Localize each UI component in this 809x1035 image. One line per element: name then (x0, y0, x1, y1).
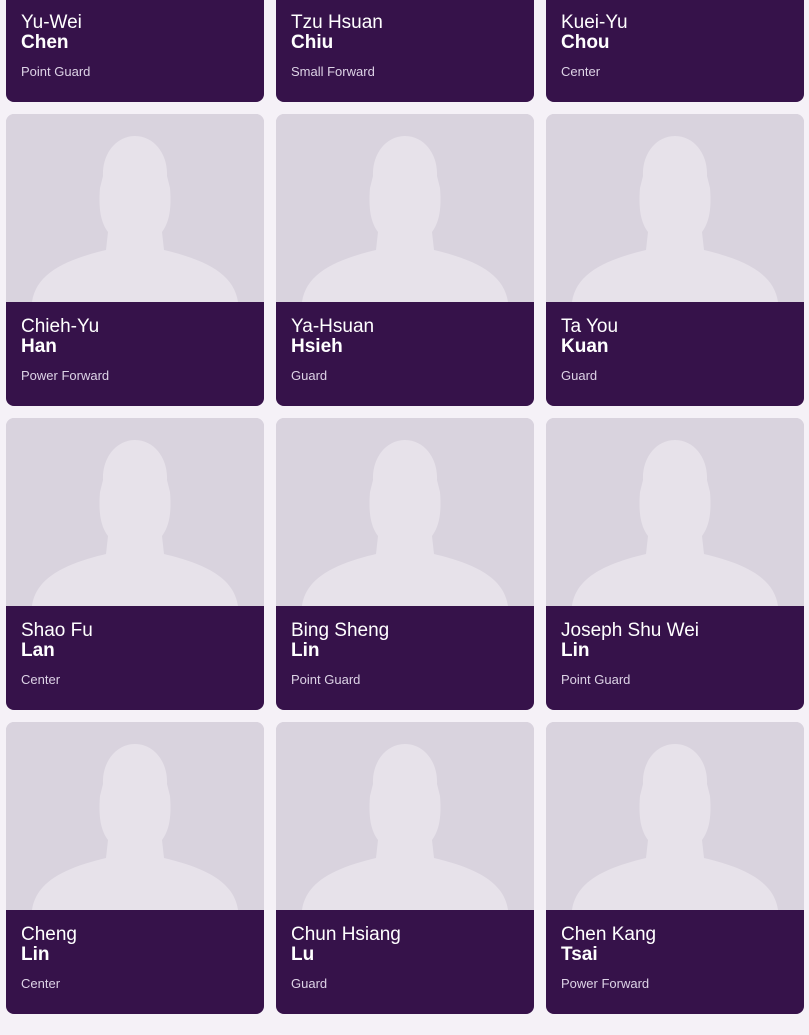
player-position: Point Guard (291, 672, 361, 687)
player-last-name: Tsai (561, 944, 598, 965)
player-last-name: Kuan (561, 336, 609, 357)
player-last-name: Lin (291, 640, 320, 661)
player-first-name: Joseph Shu Wei (561, 620, 700, 641)
player-info-panel: Chen Kang Tsai Power Forward (546, 910, 804, 1014)
player-card[interactable]: Chun Hsiang Lu Guard (276, 722, 534, 1014)
player-last-name: Lin (21, 944, 50, 965)
player-last-name: Han (21, 336, 57, 357)
player-card[interactable]: Bing Sheng Lin Point Guard (276, 418, 534, 710)
player-first-name: Bing Sheng (291, 620, 390, 641)
player-position: Point Guard (561, 672, 631, 687)
player-photo-placeholder (276, 114, 534, 302)
player-position: Power Forward (21, 368, 110, 383)
player-info-panel: Kuei-Yu Chou Center (546, 0, 804, 102)
player-photo-placeholder (6, 418, 264, 606)
player-photo-placeholder (276, 418, 534, 606)
player-photo-placeholder (546, 114, 804, 302)
player-position: Guard (291, 976, 328, 991)
player-info-panel: Chun Hsiang Lu Guard (276, 910, 534, 1014)
player-last-name: Lan (21, 640, 55, 661)
player-last-name: Chiu (291, 32, 334, 53)
player-card[interactable]: Cheng Lin Center (6, 722, 264, 1014)
player-info-panel: Cheng Lin Center (6, 910, 264, 1014)
player-info-panel: Chieh-Yu Han Power Forward (6, 302, 264, 406)
player-last-name: Lu (291, 944, 315, 965)
person-silhouette-icon (302, 744, 508, 910)
player-card[interactable]: Ya-Hsuan Hsieh Guard (276, 114, 534, 406)
player-first-name: Chen Kang (561, 924, 657, 945)
person-silhouette-icon (32, 136, 238, 302)
player-photo-placeholder (6, 114, 264, 302)
player-info-panel: Tzu Hsuan Chiu Small Forward (276, 0, 534, 102)
player-last-name: Lin (561, 640, 590, 661)
player-position: Center (21, 672, 61, 687)
player-first-name: Shao Fu (21, 620, 93, 641)
player-info-panel: Joseph Shu Wei Lin Point Guard (546, 606, 804, 710)
player-photo-placeholder (6, 722, 264, 910)
player-position: Center (21, 976, 61, 991)
player-position: Small Forward (291, 64, 375, 79)
player-first-name: Ta You (561, 316, 619, 337)
player-position: Guard (291, 368, 328, 383)
player-card[interactable]: Tzu Hsuan Chiu Small Forward (276, 0, 534, 102)
player-first-name: Yu-Wei (21, 12, 82, 33)
player-position: Guard (561, 368, 598, 383)
player-card[interactable]: Chieh-Yu Han Power Forward (6, 114, 264, 406)
player-info-panel: Shao Fu Lan Center (6, 606, 264, 710)
player-first-name: Cheng (21, 924, 77, 945)
player-position: Center (561, 64, 601, 79)
player-last-name: Hsieh (291, 336, 343, 357)
player-position: Point Guard (21, 64, 91, 79)
player-first-name: Chun Hsiang (291, 924, 401, 945)
player-photo-placeholder (276, 722, 534, 910)
person-silhouette-icon (572, 136, 778, 302)
player-first-name: Tzu Hsuan (291, 12, 383, 33)
player-info-panel: Bing Sheng Lin Point Guard (276, 606, 534, 710)
player-card[interactable]: Joseph Shu Wei Lin Point Guard (546, 418, 804, 710)
person-silhouette-icon (302, 440, 508, 606)
player-last-name: Chou (561, 32, 610, 53)
player-card[interactable]: Ta You Kuan Guard (546, 114, 804, 406)
player-info-panel: Ya-Hsuan Hsieh Guard (276, 302, 534, 406)
player-card[interactable]: Kuei-Yu Chou Center (546, 0, 804, 102)
player-position: Power Forward (561, 976, 650, 991)
player-last-name: Chen (21, 32, 69, 53)
person-silhouette-icon (32, 440, 238, 606)
player-info-panel: Ta You Kuan Guard (546, 302, 804, 406)
player-card[interactable]: Chen Kang Tsai Power Forward (546, 722, 804, 1014)
player-info-panel: Yu-Wei Chen Point Guard (6, 0, 264, 102)
person-silhouette-icon (572, 440, 778, 606)
person-silhouette-icon (572, 744, 778, 910)
player-first-name: Ya-Hsuan (291, 316, 375, 337)
player-first-name: Kuei-Yu (561, 12, 628, 33)
player-card[interactable]: Yu-Wei Chen Point Guard (6, 0, 264, 102)
person-silhouette-icon (32, 744, 238, 910)
person-silhouette-icon (302, 136, 508, 302)
player-first-name: Chieh-Yu (21, 316, 100, 337)
player-card[interactable]: Shao Fu Lan Center (6, 418, 264, 710)
player-photo-placeholder (546, 722, 804, 910)
player-photo-placeholder (546, 418, 804, 606)
